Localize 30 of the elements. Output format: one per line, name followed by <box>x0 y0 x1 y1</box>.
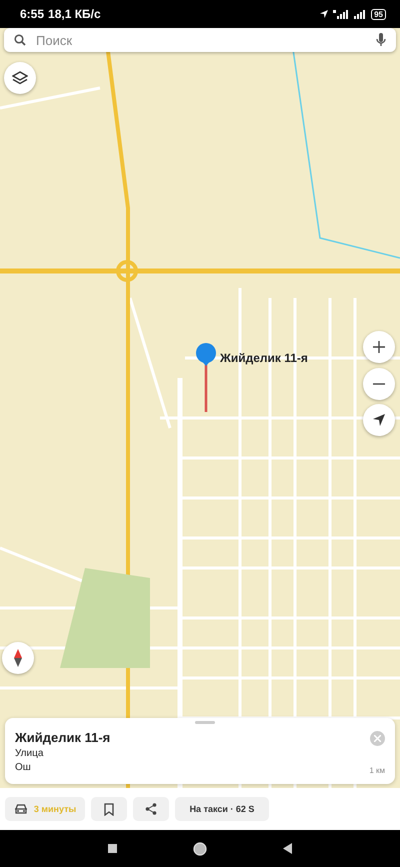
place-title: Жийделик 11-я <box>15 730 110 745</box>
taxi-button[interactable]: На такси · 62 S <box>175 797 269 821</box>
search-field[interactable]: Поиск <box>4 28 396 52</box>
bookmark-button[interactable] <box>91 797 127 821</box>
pin-label: Жийделик 11-я <box>220 351 308 365</box>
map-pin-icon <box>194 342 218 414</box>
signal-icon <box>353 9 368 19</box>
car-icon <box>14 804 28 814</box>
plus-icon <box>373 341 385 353</box>
compass-icon <box>13 649 23 667</box>
place-type: Улица <box>15 748 44 759</box>
microphone-icon[interactable] <box>376 33 386 47</box>
location-icon <box>319 9 330 19</box>
network-speed: 18,1 КБ/с <box>48 7 101 21</box>
signal-icon <box>333 9 350 19</box>
place-city: Ош <box>15 762 31 773</box>
layers-icon <box>12 71 28 85</box>
share-icon <box>145 803 157 815</box>
navigation-arrow-icon <box>373 414 385 426</box>
home-icon[interactable] <box>193 842 207 856</box>
minus-icon <box>373 383 385 385</box>
battery-level: 95 <box>371 8 386 20</box>
share-button[interactable] <box>133 797 169 821</box>
bookmark-icon <box>104 802 114 816</box>
distance: 1 км <box>369 766 385 775</box>
close-icon <box>374 735 381 742</box>
status-time: 6:55 <box>20 7 44 21</box>
drag-handle[interactable] <box>195 721 215 724</box>
search-icon <box>14 34 26 46</box>
back-icon[interactable] <box>283 843 292 854</box>
